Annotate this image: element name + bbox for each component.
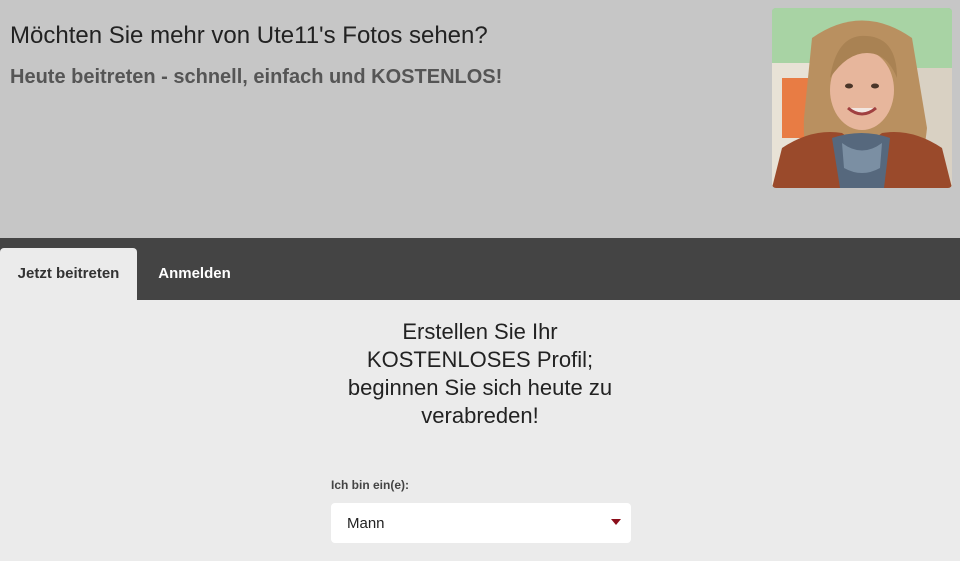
signup-headline: Erstellen Sie Ihr KOSTENLOSES Profil; be… — [330, 318, 630, 430]
caret-down-icon — [611, 519, 621, 525]
header: Möchten Sie mehr von Ute11's Fotos sehen… — [0, 0, 960, 238]
headline-line: beginnen Sie sich heute zu — [347, 375, 613, 400]
profile-photo[interactable] — [772, 8, 952, 188]
headline-line: verabreden! — [421, 403, 539, 428]
gender-select[interactable]: Mann — [331, 503, 631, 543]
headline-line: KOSTENLOSES Profil; — [366, 347, 594, 372]
tab-join[interactable]: Jetzt beitreten — [0, 248, 137, 300]
gender-label: Ich bin ein(e): — [331, 478, 409, 492]
tab-bar: Jetzt beitreten Anmelden — [0, 238, 960, 300]
header-title: Möchten Sie mehr von Ute11's Fotos sehen… — [10, 22, 488, 49]
tab-login[interactable]: Anmelden — [137, 248, 252, 300]
profile-photo-image — [772, 8, 952, 188]
header-subtitle: Heute beitreten - schnell, einfach und K… — [10, 66, 503, 88]
gender-select-value: Mann — [347, 515, 385, 532]
headline-line: Erstellen Sie Ihr — [402, 319, 558, 344]
